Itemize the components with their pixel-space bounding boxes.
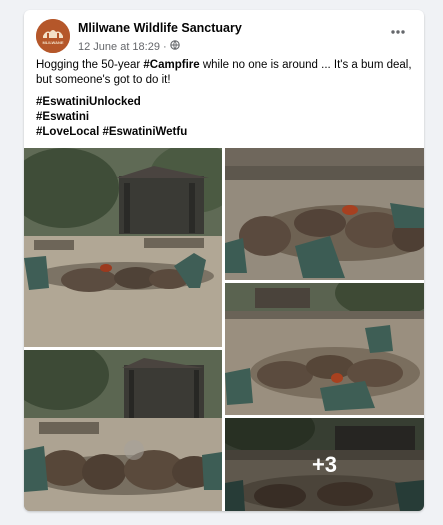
post-text: Hogging the 50-year #Campfire while no o… bbox=[36, 58, 412, 140]
post-header: MLILWANE Mlilwane Wildlife Sanctuary 12 … bbox=[36, 18, 412, 62]
hashtag-campfire[interactable]: #Campfire bbox=[143, 59, 199, 71]
gallery-photo-1[interactable] bbox=[24, 148, 222, 347]
more-options-icon bbox=[391, 30, 405, 34]
gallery-photo-4[interactable] bbox=[24, 350, 222, 511]
page-name-link[interactable]: Mlilwane Wildlife Sanctuary bbox=[78, 21, 242, 35]
post-body: Hogging the 50-year #Campfire while no o… bbox=[36, 58, 412, 88]
hashtag-line[interactable]: #Eswatini bbox=[36, 110, 412, 125]
gallery-photo-2[interactable] bbox=[225, 148, 424, 280]
gallery-photo-5-more[interactable]: +3 bbox=[225, 418, 424, 511]
hashtag-line[interactable]: #LoveLocal #EswatiniWetfu bbox=[36, 125, 412, 140]
hashtag-list: #EswatiniUnlocked #Eswatini #LoveLocal #… bbox=[36, 95, 412, 140]
text-before: Hogging the 50-year bbox=[36, 59, 144, 71]
more-photos-overlay[interactable]: +3 bbox=[225, 418, 424, 511]
globe-icon bbox=[169, 40, 180, 53]
more-photos-count: +3 bbox=[311, 451, 338, 477]
gallery-photo-3[interactable] bbox=[225, 283, 424, 415]
post-date[interactable]: 12 June at 18:29 bbox=[78, 41, 160, 53]
hashtag-line[interactable]: #EswatiniUnlocked bbox=[36, 95, 412, 110]
meta-separator: · bbox=[162, 40, 167, 53]
post-meta: 12 June at 18:29 · bbox=[78, 40, 180, 53]
mlilwane-logo-icon: MLILWANE bbox=[36, 19, 70, 53]
more-options-button[interactable] bbox=[384, 24, 412, 44]
page-avatar[interactable]: MLILWANE bbox=[36, 19, 70, 53]
avatar-label: MLILWANE bbox=[42, 40, 63, 45]
post-card: MLILWANE Mlilwane Wildlife Sanctuary 12 … bbox=[24, 10, 424, 511]
